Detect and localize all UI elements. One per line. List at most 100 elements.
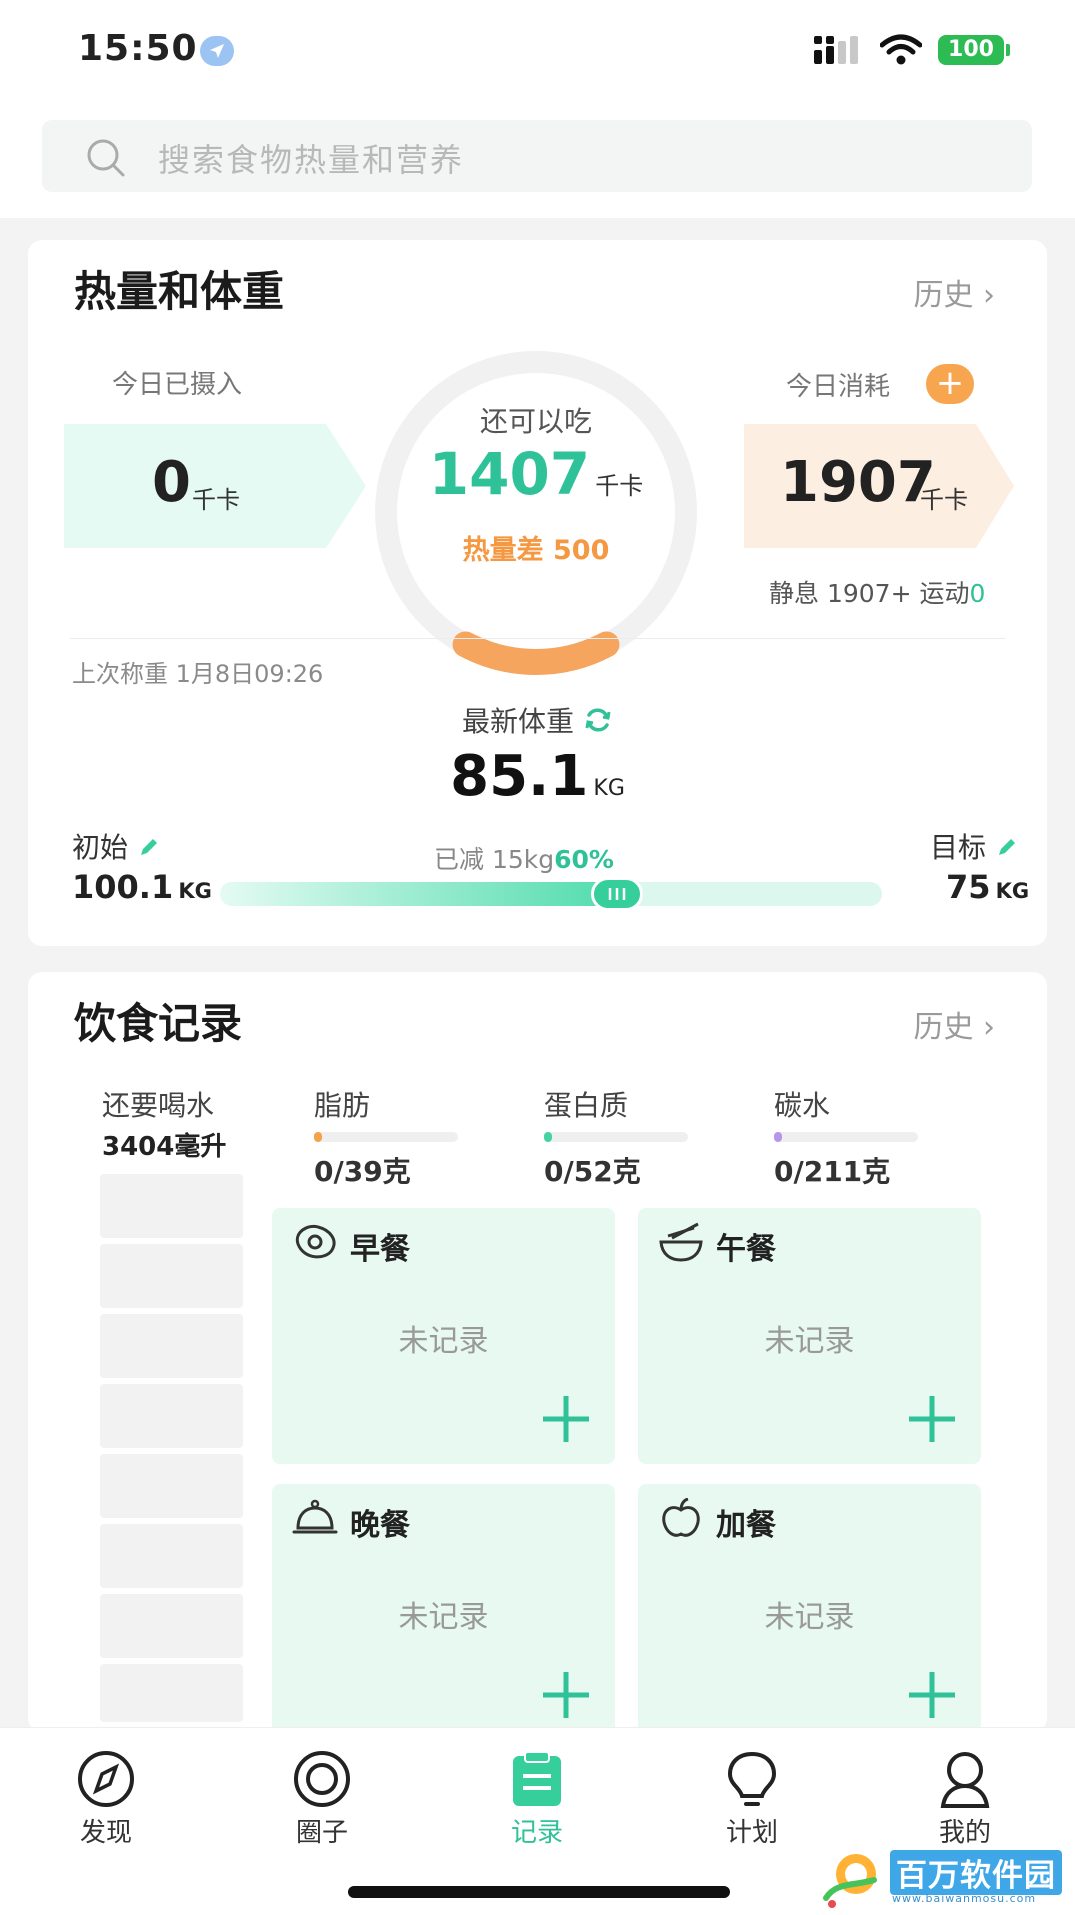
- home-indicator: [348, 1886, 730, 1898]
- water-cup[interactable]: [100, 1454, 243, 1518]
- weight-progress-fill: [220, 882, 644, 906]
- tab-mine[interactable]: 我的: [905, 1750, 1025, 1849]
- intake-value: 0: [152, 450, 191, 515]
- tab-plan[interactable]: 计划: [692, 1750, 812, 1849]
- circle-icon: [294, 1751, 350, 1807]
- water-cup[interactable]: [100, 1244, 243, 1308]
- start-weight-value: 100.1: [72, 868, 174, 906]
- history-link[interactable]: 历史 ›: [913, 1002, 995, 1046]
- tab-record[interactable]: 记录: [477, 1750, 597, 1849]
- search-placeholder: 搜索食物热量和营养: [158, 141, 465, 179]
- battery-tip: [1006, 44, 1010, 56]
- meal-dinner[interactable]: 晚餐 未记录: [272, 1484, 615, 1740]
- wifi-icon: [880, 34, 922, 65]
- nutrient-bar-fill: [774, 1132, 782, 1142]
- water-cup[interactable]: [100, 1384, 243, 1448]
- nutrient-bar-fill: [314, 1132, 322, 1142]
- weight-progress-thumb[interactable]: [591, 877, 644, 911]
- clipboard-icon: [513, 1751, 561, 1806]
- burn-unit: 千卡: [920, 486, 968, 514]
- meal-name: 晚餐: [350, 1508, 410, 1543]
- search-area: 搜索食物热量和营养: [0, 100, 1075, 218]
- calorie-weight-card: 热量和体重 历史 › 今日已摄入 0 千卡 还可以吃 1407 千卡 热量差 5…: [28, 240, 1047, 946]
- user-icon: [940, 1752, 990, 1808]
- status-time: 15:50: [78, 28, 198, 69]
- cellular-signal-icon: [814, 36, 858, 64]
- intake-label: 今日已摄入: [112, 370, 243, 400]
- edit-pencil-icon[interactable]: [137, 835, 161, 859]
- history-link[interactable]: 历史 ›: [913, 270, 995, 314]
- last-weigh-time: 上次称重 1月8日09:26: [72, 660, 324, 688]
- water-cup[interactable]: [100, 1524, 243, 1588]
- add-icon[interactable]: [539, 1392, 593, 1446]
- battery-indicator: 100: [938, 35, 1004, 65]
- refresh-icon[interactable]: [583, 705, 613, 735]
- nutrient-value: 0/52克: [544, 1155, 641, 1188]
- nutrient-value: 0/211克: [774, 1155, 891, 1188]
- tab-discover[interactable]: 发现: [46, 1750, 166, 1849]
- diet-record-card: 饮食记录 历史 › 还要喝水 3404毫升 脂肪 0/39克 蛋白质 0/52克…: [28, 972, 1047, 1740]
- tab-circle[interactable]: 圈子: [262, 1750, 382, 1849]
- add-icon[interactable]: [539, 1668, 593, 1722]
- water-cup[interactable]: [100, 1664, 243, 1722]
- card-title: 热量和体重: [74, 258, 284, 323]
- water-cup[interactable]: [100, 1314, 243, 1378]
- edit-pencil-icon[interactable]: [995, 835, 1019, 859]
- burn-box[interactable]: 1907 千卡: [744, 424, 1014, 548]
- nutrient-name: 蛋白质: [544, 1089, 629, 1122]
- remaining-unit: 千卡: [595, 472, 644, 500]
- nutrient-name: 碳水: [774, 1089, 831, 1122]
- chevron-right-icon: ›: [973, 278, 995, 313]
- intake-box[interactable]: 0 千卡: [64, 424, 366, 548]
- add-exercise-button[interactable]: +: [926, 364, 974, 404]
- location-arrow-icon: [200, 36, 234, 66]
- nutrient-bar-fill: [544, 1132, 552, 1142]
- egg-icon: [295, 1224, 336, 1259]
- card-title: 饮食记录: [74, 990, 274, 1055]
- burn-value: 1907: [780, 450, 936, 515]
- tab-label: 圈子: [295, 1818, 348, 1848]
- latest-weight-label: 最新体重: [28, 700, 1047, 740]
- watermark-text: 百万软件园: [890, 1850, 1062, 1895]
- progress-percent: 60%: [554, 845, 614, 874]
- deficit-text: 热量差 500: [462, 535, 610, 566]
- start-weight-unit: KG: [178, 879, 212, 903]
- start-weight-label[interactable]: 初始: [72, 826, 161, 866]
- water-cup[interactable]: [100, 1594, 243, 1658]
- nutrient-value: 0/39克: [314, 1155, 411, 1188]
- chevron-right-icon: ›: [973, 1010, 995, 1045]
- meal-name: 加餐: [716, 1508, 776, 1543]
- meal-status: 未记录: [398, 1324, 489, 1359]
- watermark-logo: 百万软件园 www.baiwanmosu.com: [814, 1846, 1072, 1912]
- bulb-icon: [727, 1751, 777, 1806]
- meal-lunch[interactable]: 午餐 未记录: [638, 1208, 981, 1464]
- tab-label: 计划: [725, 1818, 778, 1848]
- latest-weight-unit: KG: [593, 776, 625, 801]
- burn-detail: 静息 1907+ 运动0: [769, 579, 986, 608]
- divider: [70, 638, 1005, 639]
- calorie-ring[interactable]: 还可以吃 1407 千卡 热量差 500: [372, 348, 700, 676]
- nutrient-bar: [544, 1132, 688, 1142]
- nutrient-name: 脂肪: [314, 1089, 371, 1122]
- target-weight-label[interactable]: 目标: [930, 826, 1019, 866]
- intake-unit: 千卡: [192, 486, 240, 514]
- add-icon[interactable]: [905, 1392, 959, 1446]
- search-input[interactable]: 搜索食物热量和营养: [42, 120, 1032, 192]
- water-label: 还要喝水: [102, 1089, 215, 1122]
- exercise-value: 0: [969, 579, 986, 608]
- target-weight: 75 KG: [946, 868, 1029, 906]
- water-value: 3404毫升: [102, 1132, 227, 1162]
- search-icon: [87, 139, 125, 177]
- bowl-icon: [659, 1222, 703, 1262]
- remaining-label: 还可以吃: [479, 405, 592, 438]
- meal-name: 午餐: [716, 1232, 776, 1267]
- latest-weight: 85.1 KG: [28, 744, 1047, 809]
- tab-label: 记录: [510, 1818, 563, 1848]
- add-icon[interactable]: [905, 1668, 959, 1722]
- remaining-value: 1407: [428, 440, 591, 508]
- meal-breakfast[interactable]: 早餐 未记录: [272, 1208, 615, 1464]
- water-cup[interactable]: [100, 1174, 243, 1238]
- weight-progress-track[interactable]: [220, 877, 882, 911]
- meal-status: 未记录: [764, 1324, 855, 1359]
- meal-snack[interactable]: 加餐 未记录: [638, 1484, 981, 1740]
